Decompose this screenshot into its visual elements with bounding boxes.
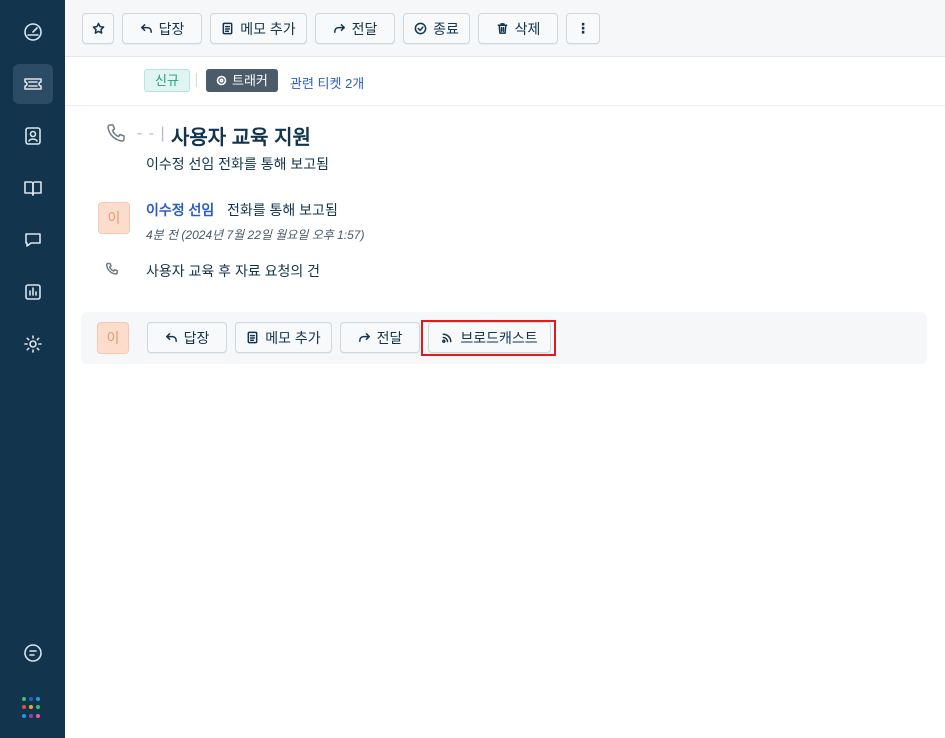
reply-button[interactable]: 답장 [122, 13, 202, 44]
more-icon: ⋮ [576, 20, 590, 36]
message-body: 사용자 교육 후 자료 요청의 건 [146, 263, 321, 279]
more-options-button[interactable]: ⋮ [566, 13, 600, 44]
sidebar-item-contacts[interactable] [13, 116, 53, 156]
forward-button[interactable]: 전달 [340, 322, 420, 353]
close-ticket-button[interactable]: 종료 [403, 13, 470, 44]
add-note-button[interactable]: 메모 추가 [210, 13, 307, 44]
sidebar-item-knowledge[interactable] [13, 168, 53, 208]
note-icon [222, 22, 233, 35]
sidebar-item-dashboard[interactable] [13, 12, 53, 52]
app-grid-dot [22, 713, 26, 718]
check-circle-icon [414, 22, 427, 35]
ticket-subtitle: 이수정 선임 전화를 통해 보고됨 [146, 156, 329, 172]
trash-icon [497, 23, 508, 34]
phone-icon [105, 122, 127, 144]
ticket-view: 답장 메모 추가 전달 종료 삭제 ⋮ 신규 트래커 관련 티켓 2개 - - … [65, 0, 945, 738]
app-grid-dot [36, 705, 40, 710]
gauge-icon [24, 23, 42, 41]
app-grid-dot [22, 697, 26, 701]
add-note-button[interactable]: 메모 추가 [235, 322, 332, 353]
phone-icon [105, 262, 119, 276]
book-icon [24, 181, 42, 196]
forward-label: 전달 [351, 20, 378, 37]
reply-icon [140, 24, 152, 33]
message-via: 전화를 통해 보고됨 [227, 202, 338, 218]
sidebar-item-messages[interactable] [13, 633, 53, 673]
app-grid-dot [29, 713, 33, 718]
app-grid-dot [36, 713, 40, 718]
sidebar-item-tickets[interactable] [13, 64, 53, 104]
sidebar-item-conversations[interactable] [13, 220, 53, 260]
app-grid-dot [36, 697, 40, 701]
forward-label: 전달 [376, 329, 403, 346]
ticket-toolbar: 답장 메모 추가 전달 종료 삭제 ⋮ [65, 0, 945, 57]
app-grid-dot [29, 697, 33, 701]
sidebar [0, 0, 65, 738]
message-timestamp: 4분 전 (2024년 7월 22일 월요일 오후 1:57) [146, 228, 365, 242]
message-author[interactable]: 이수정 선임 [146, 200, 214, 220]
app-grid-dot [22, 705, 26, 710]
tracker-icon [216, 75, 227, 86]
tracker-badge[interactable]: 트래커 [206, 69, 278, 92]
message-icon [24, 644, 42, 662]
avatar: 이 [98, 202, 130, 234]
close-ticket-label: 종료 [433, 20, 459, 37]
sidebar-item-reports[interactable] [13, 272, 53, 312]
app-switcher-icon[interactable] [22, 697, 44, 719]
forward-icon [358, 333, 370, 342]
gear-icon [24, 335, 42, 353]
ticket-tags: 신규 트래커 관련 티켓 2개 [65, 57, 945, 106]
add-note-label: 메모 추가 [265, 329, 321, 346]
related-tickets-link[interactable]: 관련 티켓 2개 [290, 73, 364, 92]
avatar: 이 [97, 322, 129, 354]
chart-icon [25, 284, 41, 300]
star-button[interactable] [82, 13, 114, 44]
forward-icon [333, 24, 345, 33]
add-note-label: 메모 추가 [240, 20, 296, 37]
highlight-box [421, 320, 556, 356]
ticket-title: 사용자 교육 지원 [171, 127, 311, 149]
reply-icon [165, 333, 177, 342]
note-icon [247, 331, 258, 344]
tag-separator [196, 73, 197, 87]
reply-button[interactable]: 답장 [147, 322, 227, 353]
reply-label: 답장 [183, 329, 210, 346]
app-grid-dot [29, 705, 33, 710]
tracker-label: 트래커 [232, 73, 268, 88]
contact-icon [25, 127, 41, 145]
ticket-icon [24, 78, 42, 90]
forward-button[interactable]: 전달 [315, 13, 395, 44]
reply-label: 답장 [158, 20, 185, 37]
status-badge: 신규 [144, 69, 190, 92]
chat-icon [25, 233, 41, 247]
star-icon [92, 22, 104, 34]
ticket-id-prefix: - - | [137, 125, 166, 142]
delete-button[interactable]: 삭제 [478, 13, 558, 44]
sidebar-item-settings[interactable] [13, 324, 53, 364]
delete-label: 삭제 [514, 20, 541, 37]
